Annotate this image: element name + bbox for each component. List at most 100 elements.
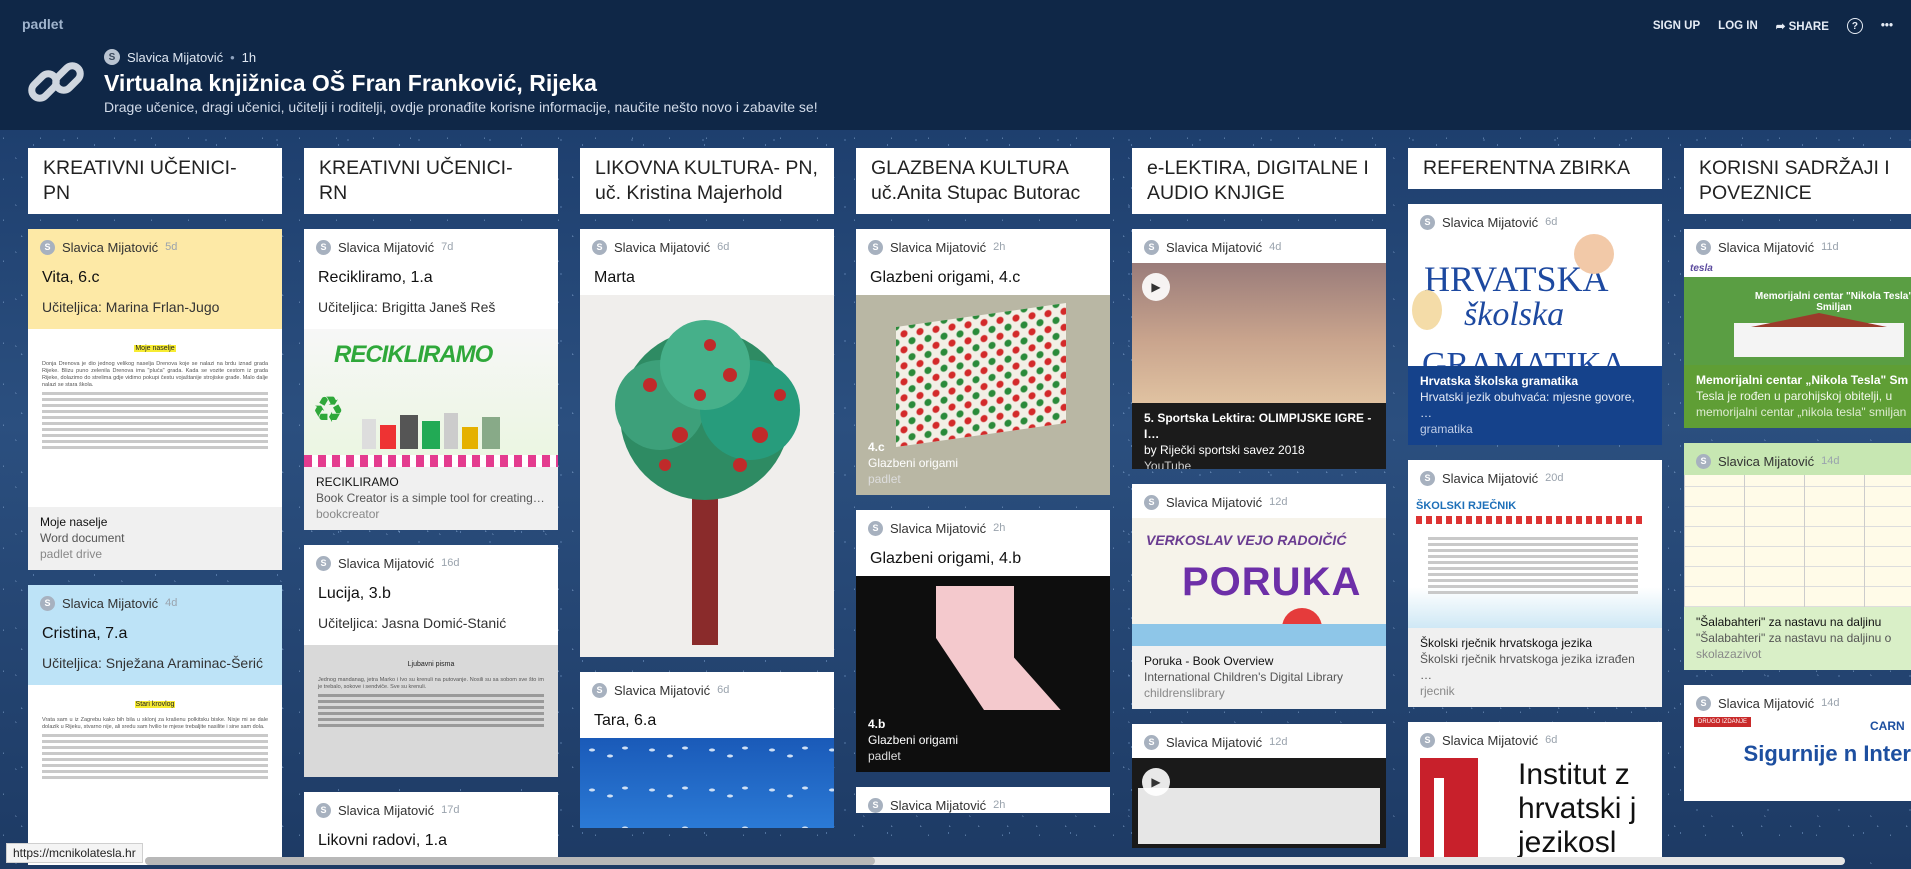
document-preview[interactable]: Ljubavni pisma Jednog mandanag, jetra Ma… (304, 645, 558, 777)
share-button[interactable]: ➦ SHARE (1776, 19, 1829, 33)
play-icon[interactable]: ▶ (1142, 273, 1170, 301)
post-card[interactable]: S Slavica Mijatović 20d ŠKOLSKI RJEČNIK Šk… (1408, 460, 1662, 707)
share-icon: ➦ (1775, 21, 1786, 33)
column-korisni-sadrzaji: KORISNI SADRŽAJI I POVEZNICE S Slavica Mi… (1684, 148, 1911, 869)
post-card[interactable]: S Slavica Mijatović 12d VERKOSLAV VEJO RAD… (1132, 484, 1386, 709)
padlet-header: padlet S Slavica Mijatović • 1h Virtualn… (0, 0, 1911, 130)
board-age: 1h (241, 49, 257, 65)
chain-link-icon (28, 62, 84, 102)
post-author: Slavica Mijatović (1718, 239, 1815, 255)
author-avatar: S (1696, 453, 1711, 469)
document-preview[interactable]: Stari krovlog Vrata sam u iz Zagrebu kak… (28, 685, 282, 865)
post-card[interactable]: S Slavica Mijatović 4d Cristina, 7.a Učite… (28, 585, 282, 865)
attachment-document[interactable]: Moje naselje Donja Drenova je dio jednog… (28, 329, 282, 570)
play-icon[interactable]: ▶ (1142, 768, 1170, 796)
post-card[interactable]: S Slavica Mijatović 6d Institut z hrvatski… (1408, 722, 1662, 858)
attachment-caption: Hrvatska školska gramatika Hrvatski jezi… (1408, 366, 1662, 445)
tree-painting-image[interactable] (580, 295, 834, 657)
post-body: Učiteljica: Snježana Araminac-Šerić (42, 655, 263, 671)
post-card[interactable]: S Slavica Mijatović 6d HRVATSKA školska GR… (1408, 204, 1662, 445)
video-thumbnail: ▶ (1132, 263, 1386, 403)
video-thumbnail[interactable]: ▶ (1132, 758, 1386, 848)
post-card[interactable]: S Slavica Mijatović 12d ▶ (1132, 724, 1386, 848)
post-card[interactable]: S Slavica Mijatović 2h Glazbeni origami, 4… (856, 229, 1110, 495)
author-avatar: S (316, 555, 331, 571)
attachment-caption: Poruka - Book Overview International Chi… (1132, 646, 1386, 709)
post-card[interactable]: S Slavica Mijatović 7d Recikliramo, 1.a Uč… (304, 229, 558, 530)
board-title: Virtualna knjižnica OŠ Fran Franković, R… (104, 70, 597, 96)
post-time: 5d (165, 241, 178, 253)
post-body: Učiteljica: Brigitta Janeš Reš (318, 299, 496, 315)
attachment-gramatika[interactable]: HRVATSKA školska GRAMATIKA Hrvatska škol… (1408, 230, 1662, 445)
column-e-lektira: e-LEKTIRA, DIGITALNE I AUDIO KNJIGE S Sla… (1132, 148, 1386, 869)
institut-logo (1420, 758, 1478, 858)
post-card[interactable]: S Slavica Mijatović 2h (856, 787, 1110, 813)
post-author: Slavica Mijatović (1442, 470, 1539, 486)
attachment-book[interactable]: VERKOSLAV VEJO RADOIČIĆ PORUKA Poruka - … (1132, 518, 1386, 709)
column-title: GLAZBENA KULTURA uč.Anita Stupac Butorac (856, 148, 1110, 214)
post-card[interactable]: S Slavica Mijatović 17d Likovni radovi, 1.… (304, 792, 558, 858)
attachment-caption: Moje naselje Word document padlet drive (28, 507, 282, 570)
author-avatar: S (1420, 470, 1435, 486)
attachment-rjecnik[interactable]: ŠKOLSKI RJEČNIK Školski rječnik hrvatsko… (1408, 492, 1662, 707)
attachment-caption: 5. Sportska Lektira: OLIMPIJSKE IGRE - I… (1132, 403, 1386, 469)
post-author: Slavica Mijatović (1166, 239, 1263, 255)
help-icon[interactable]: ? (1846, 18, 1863, 34)
carnet-image[interactable]: DRUGO IZDANJE CARN Sigurnije n Internet (1684, 711, 1911, 801)
sign-up-button[interactable]: SIGN UP (1653, 20, 1700, 32)
post-author: Slavica Mijatović (1166, 494, 1263, 510)
post-time: 17d (441, 804, 460, 816)
post-author: Slavica Mijatović (338, 802, 435, 818)
more-options-icon[interactable]: ••• (1881, 20, 1893, 32)
post-author: Slavica Mijatović (1718, 453, 1815, 469)
post-time: 6d (717, 684, 730, 696)
post-time: 2h (993, 799, 1006, 811)
attachment-salabahteri[interactable]: "Šalabahteri" za nastavu na daljinu "Šal… (1684, 475, 1911, 670)
padlet-brand[interactable]: padlet (22, 16, 63, 32)
attachment-caption: 4.c Glazbeni origami padlet (868, 440, 959, 486)
post-card[interactable]: S Slavica Mijatović 16d Lucija, 3.b Učitel… (304, 545, 558, 777)
post-author: Slavica Mijatović (62, 239, 159, 255)
post-time: 6d (717, 241, 730, 253)
column-kreativni-pn: KREATIVNI UČENICI- PN S Slavica Mijatović… (28, 148, 282, 869)
attachment-caption: RECIKLIRAMO Book Creator is a simple too… (304, 467, 558, 530)
author-avatar: S (1696, 239, 1711, 255)
author-name[interactable]: Slavica Mijatović (127, 50, 223, 65)
post-author: Slavica Mijatović (62, 595, 159, 611)
author-avatar: S (1696, 695, 1711, 711)
post-card[interactable]: S Slavica Mijatović 14d "Šalabahteri" za n… (1684, 443, 1911, 670)
attachment-origami[interactable]: 4.b Glazbeni origami padlet (856, 576, 1110, 772)
post-title: Glazbeni origami, 4.c (870, 269, 1021, 286)
post-card[interactable]: S Slavica Mijatović 14d DRUGO IZDANJE CARN… (1684, 685, 1911, 801)
post-card[interactable]: S Slavica Mijatović 5d Vita, 6.c Učiteljic… (28, 229, 282, 570)
post-title: Tara, 6.a (594, 712, 657, 729)
post-author: Slavica Mijatović (338, 555, 435, 571)
column-title: e-LEKTIRA, DIGITALNE I AUDIO KNJIGE (1132, 148, 1386, 214)
log-in-button[interactable]: LOG IN (1718, 20, 1758, 32)
book-cover: VERKOSLAV VEJO RADOIČIĆ PORUKA (1132, 518, 1386, 646)
post-card[interactable]: S Slavica Mijatović 2h Glazbeni origami, 4… (856, 510, 1110, 772)
attachment-bookcreator[interactable]: RECIKLIRAMO ♻ RECIKLIRAMO Book Creator i… (304, 329, 558, 530)
column-likovna-kultura: LIKOVNA KULTURA- PN, uč. Kristina Majerh… (580, 148, 834, 869)
post-time: 2h (993, 241, 1006, 253)
post-card[interactable]: S Slavica Mijatović 4d ▶ 5. Sportska Lekti… (1132, 229, 1386, 469)
attachment-tesla[interactable]: tesla Memorijalni centar "Nikola Tesla" … (1684, 261, 1911, 428)
post-card[interactable]: S Slavica Mijatović 6d Tara, 6.a (580, 672, 834, 828)
attachment-youtube[interactable]: ▶ 5. Sportska Lektira: OLIMPIJSKE IGRE -… (1132, 263, 1386, 469)
attachment-origami[interactable]: 4.c Glazbeni origami padlet (856, 295, 1110, 495)
gramatika-cover: HRVATSKA školska GRAMATIKA (1408, 230, 1662, 366)
board-subtitle: Drage učenice, dragi učenici, učitelji i… (104, 99, 818, 115)
scrollbar-thumb[interactable] (145, 857, 875, 865)
dotted-origami (896, 303, 1066, 447)
blue-painting-image[interactable] (580, 738, 834, 828)
post-title: Glazbeni origami, 4.b (870, 550, 1022, 567)
post-card[interactable]: S Slavica Mijatović 6d Marta (580, 229, 834, 657)
post-author: Slavica Mijatović (1442, 214, 1539, 230)
post-card[interactable]: S Slavica Mijatović 11d tesla Memorijalni … (1684, 229, 1911, 428)
column-title: KORISNI SADRŽAJI I POVEZNICE (1684, 148, 1911, 214)
post-time: 14d (1821, 455, 1840, 467)
column-glazbena-kultura: GLAZBENA KULTURA uč.Anita Stupac Butorac… (856, 148, 1110, 869)
author-avatar: S (1420, 214, 1435, 230)
horizontal-scrollbar[interactable] (145, 857, 1845, 865)
institut-logo-image[interactable]: Institut z hrvatski j jezikosl (1408, 748, 1662, 858)
